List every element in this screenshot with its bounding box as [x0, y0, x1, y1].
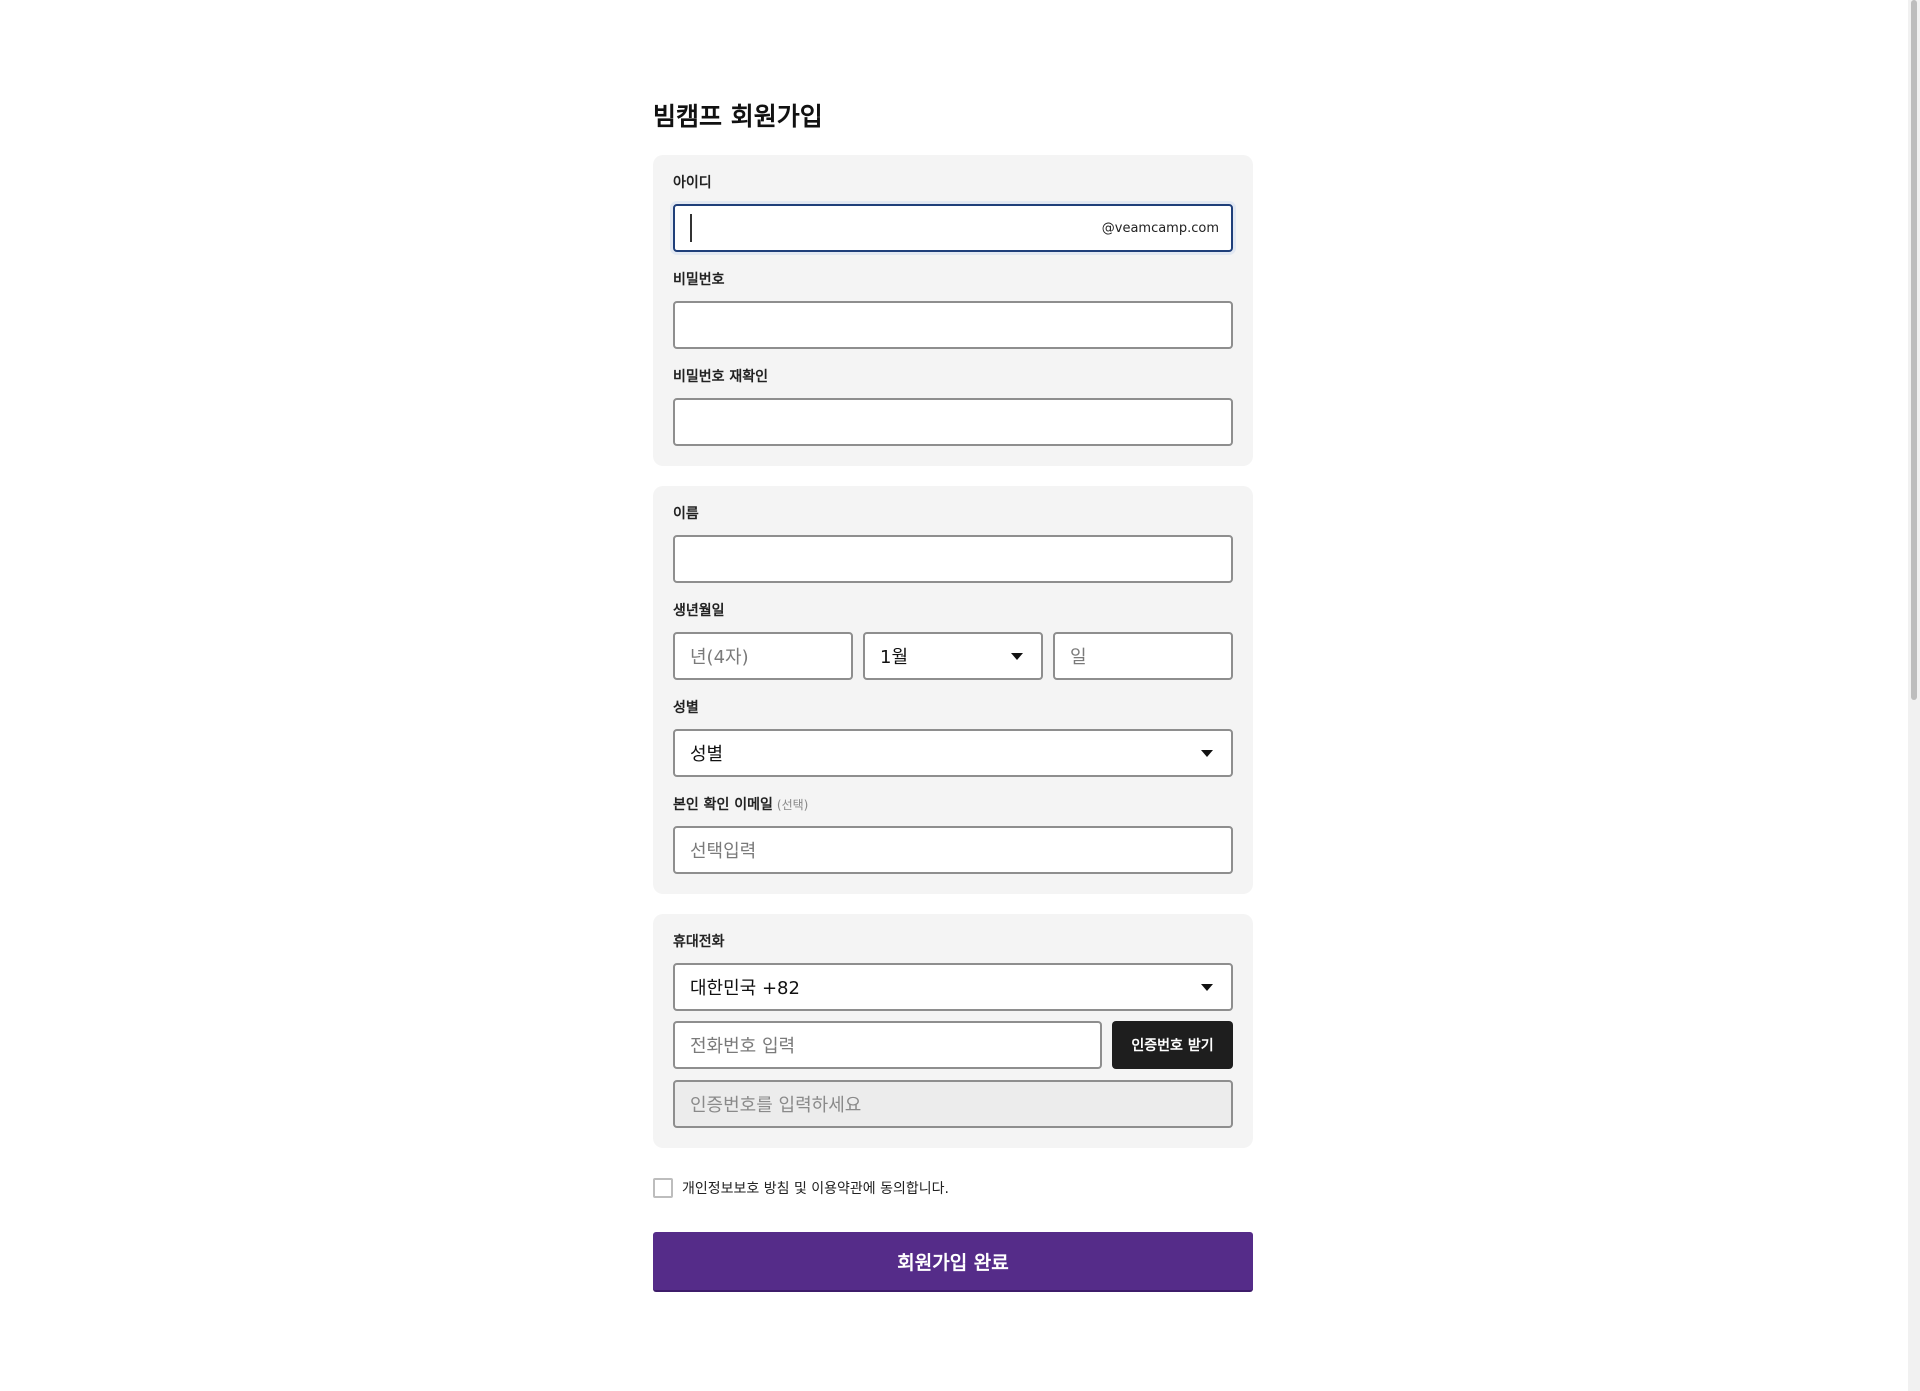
- email-input[interactable]: 선택입력: [673, 826, 1233, 874]
- caret-down-icon: [1011, 653, 1023, 660]
- birth-month-select[interactable]: 1월: [863, 632, 1043, 680]
- birth-day-input[interactable]: 일: [1053, 632, 1233, 680]
- terms-text: 개인정보보호 방침 및 이용약관에 동의합니다.: [682, 1181, 949, 1197]
- password-confirm-label: 비밀번호 재확인: [673, 369, 769, 385]
- id-domain-suffix: @veamcamp.com: [1101, 220, 1219, 236]
- text-cursor: [690, 214, 692, 242]
- caret-down-icon: [1201, 750, 1213, 757]
- password-confirm-input[interactable]: [673, 398, 1233, 446]
- email-placeholder: 선택입력: [690, 841, 757, 862]
- scrollbar-thumb[interactable]: [1911, 0, 1917, 700]
- password-label: 비밀번호: [673, 272, 725, 288]
- country-code-value: 대한민국 +82: [690, 978, 800, 999]
- password-input[interactable]: [673, 301, 1233, 349]
- id-input[interactable]: @veamcamp.com: [673, 204, 1233, 252]
- name-input[interactable]: [673, 535, 1233, 583]
- profile-card: 이름 생년월일 년(4자) 1월 일 성별 성별 본인 확인 이메일 (선택) 선…: [653, 486, 1253, 894]
- name-label: 이름: [673, 506, 699, 522]
- birth-year-input[interactable]: 년(4자): [673, 632, 853, 680]
- terms-agreement: 개인정보보호 방침 및 이용약관에 동의합니다.: [653, 1178, 949, 1198]
- terms-checkbox[interactable]: [653, 1178, 673, 1198]
- caret-down-icon: [1201, 984, 1213, 991]
- phone-number-input[interactable]: 전화번호 입력: [673, 1021, 1102, 1069]
- page-scrollbar[interactable]: [1908, 0, 1920, 1391]
- gender-value: 성별: [690, 744, 724, 765]
- email-optional-tag: (선택): [776, 798, 809, 812]
- birth-month-value: 1월: [880, 647, 909, 668]
- phone-label: 휴대전화: [673, 934, 725, 950]
- get-code-button[interactable]: 인증번호 받기: [1112, 1021, 1233, 1069]
- gender-select[interactable]: 성별: [673, 729, 1233, 777]
- phone-number-placeholder: 전화번호 입력: [690, 1036, 796, 1057]
- email-label-text: 본인 확인 이메일: [673, 797, 773, 813]
- phone-card: 휴대전화 대한민국 +82 전화번호 입력 인증번호 받기 인증번호를 입력하세…: [653, 914, 1253, 1148]
- country-code-select[interactable]: 대한민국 +82: [673, 963, 1233, 1011]
- verification-code-input[interactable]: 인증번호를 입력하세요: [673, 1080, 1233, 1128]
- birth-year-placeholder: 년(4자): [690, 647, 749, 668]
- page-title: 빔캠프 회원가입: [653, 102, 823, 131]
- birth-label: 생년월일: [673, 603, 725, 619]
- submit-button[interactable]: 회원가입 완료: [653, 1232, 1253, 1292]
- email-label: 본인 확인 이메일 (선택): [673, 795, 808, 815]
- account-card: 아이디 @veamcamp.com 비밀번호 비밀번호 재확인: [653, 155, 1253, 466]
- id-label: 아이디: [673, 175, 712, 191]
- gender-label: 성별: [673, 700, 699, 716]
- verification-code-placeholder: 인증번호를 입력하세요: [690, 1095, 862, 1116]
- birth-day-placeholder: 일: [1070, 647, 1087, 668]
